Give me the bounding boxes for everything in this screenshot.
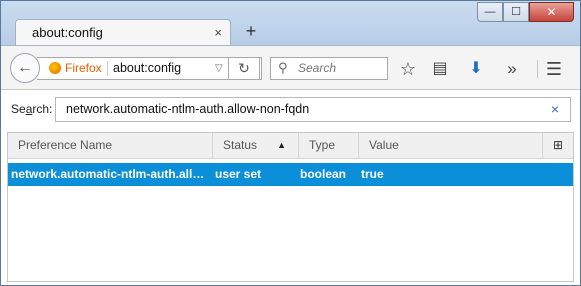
- sort-ascending-icon: ▲: [277, 140, 286, 150]
- minimize-button[interactable]: —: [477, 2, 503, 22]
- row-pref-status: user set: [215, 167, 262, 181]
- back-arrow-icon: ←: [17, 59, 33, 76]
- back-button[interactable]: ←: [10, 53, 40, 83]
- column-header-type-label: Type: [309, 138, 336, 152]
- hamburger-menu-icon[interactable]: ☰: [543, 58, 565, 80]
- search-icon: ⚲: [278, 60, 288, 75]
- column-header-status-label: Status: [223, 138, 258, 152]
- filter-input[interactable]: network.automatic-ntlm-auth.allow-non-fq…: [55, 97, 571, 122]
- column-header-status[interactable]: Status ▲: [213, 133, 299, 158]
- maximize-icon: ☐: [511, 6, 521, 18]
- url-history-dropdown-icon[interactable]: ▽: [215, 58, 223, 79]
- filter-label: Search:: [11, 102, 52, 116]
- row-pref-type: boolean: [300, 167, 347, 181]
- overflow-chevron-icon[interactable]: »: [501, 58, 523, 80]
- identity-label: Firefox: [65, 61, 102, 75]
- column-header-value[interactable]: Value: [359, 133, 543, 158]
- column-header-name[interactable]: Preference Name: [8, 133, 213, 158]
- filter-input-value: network.automatic-ntlm-auth.allow-non-fq…: [66, 102, 310, 116]
- new-tab-button[interactable]: +: [241, 20, 261, 42]
- url-text[interactable]: about:config: [113, 58, 181, 79]
- table-header: Preference Name Status ▲ Type Value ⊞: [8, 133, 573, 159]
- search-bar[interactable]: ⚲ Search: [270, 57, 388, 80]
- reload-button[interactable]: ↻: [228, 57, 260, 80]
- reload-icon: ↻: [238, 60, 250, 76]
- maximize-button[interactable]: ☐: [503, 2, 529, 22]
- clear-filter-icon[interactable]: ×: [551, 98, 559, 121]
- minimize-icon: —: [484, 6, 496, 18]
- search-placeholder: Search: [298, 61, 337, 75]
- row-pref-value: true: [361, 167, 384, 181]
- tab-title: about:config: [32, 25, 103, 40]
- tab-strip: about:config × + — ☐ ✕: [1, 1, 580, 46]
- browser-window: about:config × + — ☐ ✕ Firefox about:con…: [0, 0, 581, 286]
- close-window-button[interactable]: ✕: [529, 2, 574, 22]
- preferences-table: Preference Name Status ▲ Type Value ⊞ net…: [7, 132, 574, 282]
- table-row[interactable]: network.automatic-ntlm-auth.allow-non-fq…: [8, 163, 573, 186]
- close-icon: ✕: [546, 5, 557, 19]
- column-header-type[interactable]: Type: [299, 133, 359, 158]
- tab-about-config[interactable]: about:config ×: [15, 19, 231, 46]
- column-header-name-label: Preference Name: [18, 138, 113, 152]
- bookmark-star-icon[interactable]: ☆: [397, 58, 419, 80]
- toolbar-separator: [537, 60, 538, 78]
- identity-box[interactable]: Firefox: [49, 58, 102, 79]
- filter-row: Search: network.automatic-ntlm-auth.allo…: [1, 90, 580, 128]
- filter-label-suffix: rch:: [32, 102, 53, 116]
- tab-close-icon[interactable]: ×: [214, 20, 222, 45]
- filter-label-prefix: Se: [11, 102, 26, 116]
- column-header-value-label: Value: [369, 138, 399, 152]
- row-pref-name: network.automatic-ntlm-auth.allow-non-fq…: [11, 167, 209, 181]
- navigation-toolbar: Firefox about:config ▽ ← ↻ ⚲ Search ☆ ▤ …: [1, 45, 580, 89]
- reading-list-icon[interactable]: ▤: [429, 58, 451, 80]
- firefox-logo-icon: [49, 62, 61, 74]
- url-separator: [107, 61, 108, 76]
- downloads-icon[interactable]: ⬇: [465, 58, 487, 80]
- about-config-page: Search: network.automatic-ntlm-auth.allo…: [1, 89, 580, 285]
- column-picker-icon[interactable]: ⊞: [543, 133, 573, 158]
